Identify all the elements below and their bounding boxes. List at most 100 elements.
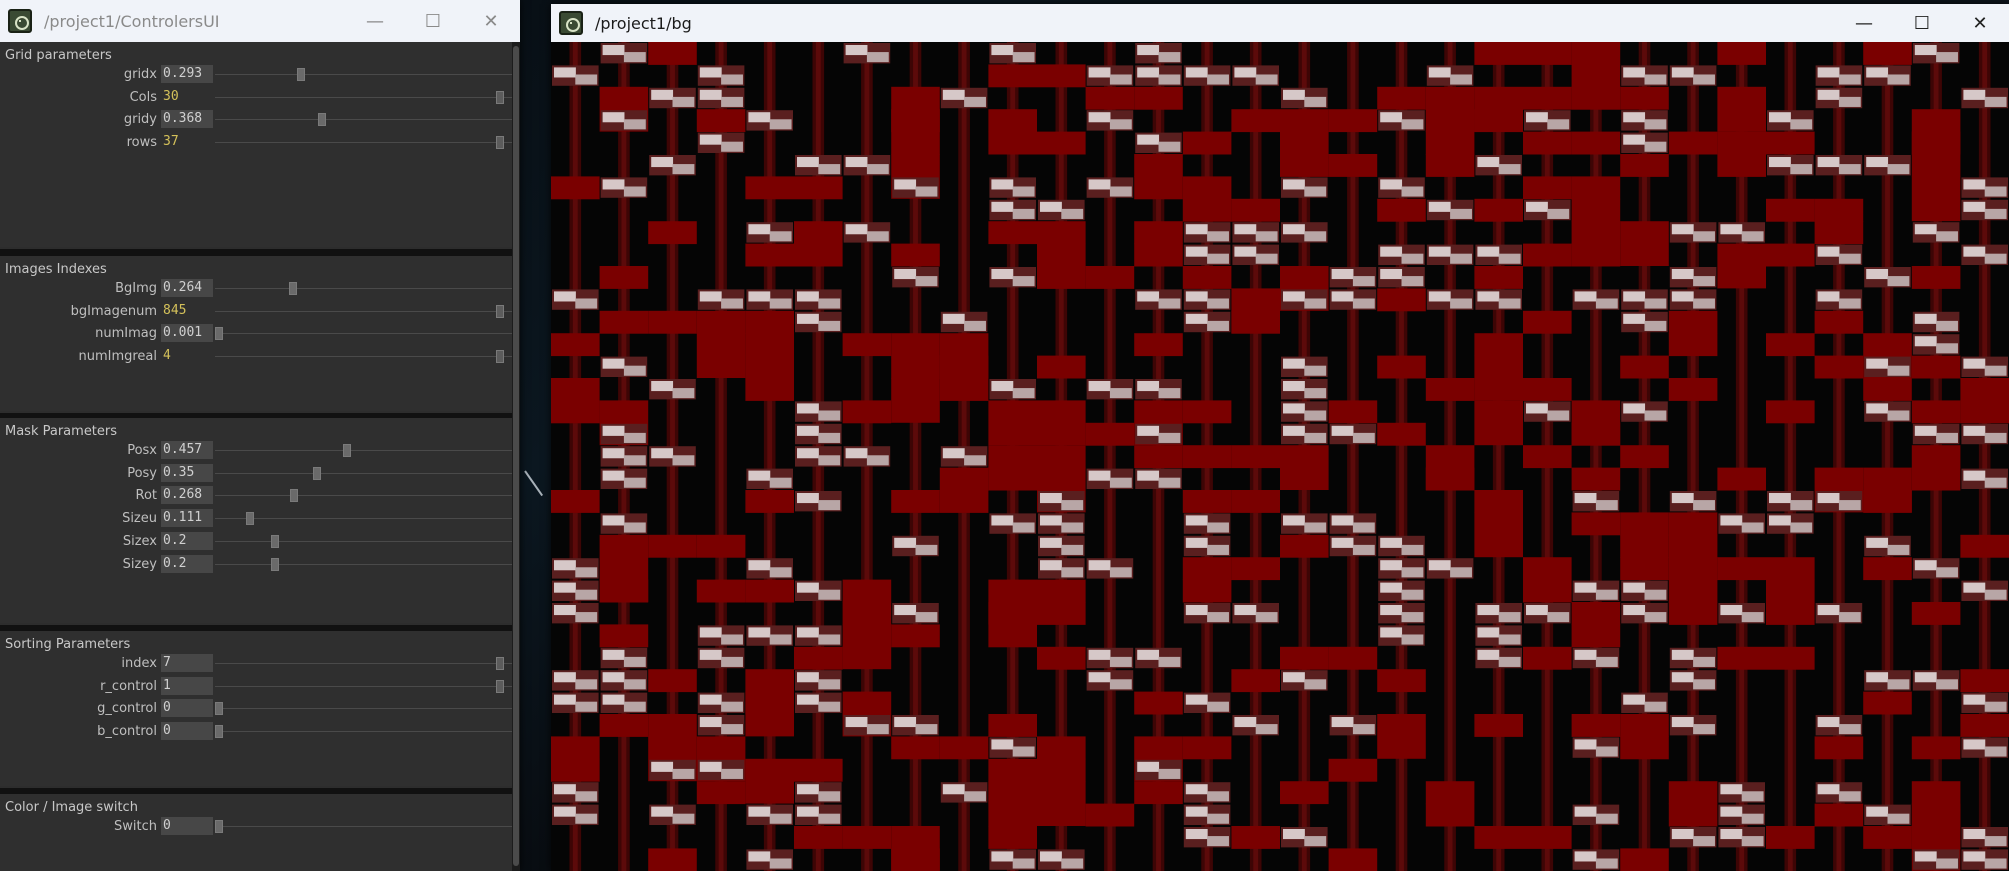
- parameter-slider-handle[interactable]: [289, 282, 298, 295]
- pattern-image-tile-highlight: [699, 649, 722, 660]
- parameter-slider-handle[interactable]: [215, 820, 223, 833]
- scrollbar-thumb[interactable]: [513, 46, 519, 866]
- parameter-value-field[interactable]: 0: [161, 817, 213, 835]
- parameter-value-field[interactable]: 0: [161, 699, 213, 718]
- parameter-slider-track[interactable]: [215, 563, 512, 565]
- pattern-image-tile-highlight: [797, 582, 819, 593]
- parameter-value-field[interactable]: 37: [161, 133, 213, 151]
- parameter-slider-track[interactable]: [215, 310, 512, 312]
- pattern-image-tile-highlight: [1838, 298, 1861, 309]
- parameter-value-field[interactable]: 1: [161, 676, 213, 695]
- parameter-slider-track[interactable]: [215, 663, 512, 664]
- parameter-slider-track[interactable]: [215, 518, 512, 520]
- parameter-slider-track[interactable]: [215, 119, 512, 121]
- parameter-slider-track[interactable]: [215, 708, 512, 710]
- pattern-image-tile-highlight: [1380, 246, 1403, 257]
- parameter-value-field[interactable]: 0.2: [161, 531, 213, 550]
- parameter-slider-track[interactable]: [215, 472, 512, 474]
- parameter-slider-handle[interactable]: [215, 327, 224, 341]
- controllers-titlebar[interactable]: /project1/ControlersUI — ☐ ✕: [0, 0, 520, 42]
- minimize-button[interactable]: —: [346, 0, 404, 42]
- parameter-value-field[interactable]: 0: [161, 722, 213, 741]
- maximize-button[interactable]: ☐: [1893, 4, 1951, 42]
- pattern-image-tile-highlight: [991, 515, 1014, 526]
- parameter-value-field[interactable]: 0.111: [161, 509, 213, 528]
- pattern-image-tile-highlight: [1693, 298, 1715, 309]
- close-button[interactable]: ✕: [462, 0, 520, 42]
- parameter-slider-track[interactable]: [215, 540, 512, 542]
- parameter-slider-track[interactable]: [215, 731, 512, 733]
- pattern-image-tile-highlight: [1574, 582, 1597, 593]
- parameter-slider-track[interactable]: [215, 142, 512, 144]
- controllers-window[interactable]: /project1/ControlersUI — ☐ ✕ Grid parame…: [0, 0, 520, 871]
- pattern-image-tile-highlight: [575, 74, 598, 85]
- parameter-slider-track[interactable]: [215, 96, 512, 98]
- parameter-slider-handle[interactable]: [496, 304, 504, 318]
- parameter-value-field[interactable]: 0.35: [161, 463, 213, 482]
- parameter-slider-track[interactable]: [215, 356, 512, 358]
- pattern-image-tile-highlight: [1720, 605, 1743, 616]
- pattern-image-tile-highlight: [1741, 813, 1764, 824]
- controllers-panel: Grid parameters gridx 0.293 Cols 30 gridy 0.36…: [0, 42, 520, 871]
- minimize-button[interactable]: —: [1835, 4, 1893, 42]
- parameter-slider-handle[interactable]: [343, 444, 352, 457]
- parameter-slider-handle[interactable]: [271, 534, 280, 548]
- pattern-red-block: [1280, 154, 1329, 177]
- pattern-image-tile-highlight: [915, 612, 938, 623]
- parameter-slider-track[interactable]: [215, 74, 512, 75]
- parameter-slider-handle[interactable]: [318, 113, 327, 127]
- pattern-image-tile-highlight: [1936, 858, 1958, 869]
- pattern-image-tile-highlight: [1185, 224, 1208, 235]
- pattern-red-block: [842, 400, 892, 424]
- parameter-slider-handle[interactable]: [297, 68, 306, 81]
- pattern-image-tile-highlight: [1790, 522, 1813, 533]
- parameter-slider-handle[interactable]: [215, 725, 223, 739]
- pattern-red-block: [1182, 557, 1232, 581]
- pattern-image-tile-highlight: [1644, 410, 1667, 421]
- parameter-value-field[interactable]: 845: [161, 302, 213, 320]
- pattern-image-tile-highlight: [602, 448, 625, 459]
- parameter-value-field[interactable]: 30: [161, 88, 213, 106]
- pattern-image-tile-highlight: [1547, 410, 1570, 421]
- parameter-value-field[interactable]: 4: [161, 347, 213, 365]
- parameter-label: BgImg: [115, 281, 157, 296]
- parameter-slider-handle[interactable]: [313, 466, 322, 480]
- parameter-slider-track[interactable]: [215, 495, 512, 497]
- bg-titlebar[interactable]: /project1/bg — ☐ ✕: [551, 4, 2009, 42]
- parameter-slider-track[interactable]: [215, 685, 512, 687]
- parameter-slider-handle[interactable]: [496, 136, 504, 150]
- parameter-slider-handle[interactable]: [215, 702, 223, 716]
- parameter-value-field[interactable]: 0.268: [161, 486, 213, 505]
- pattern-image-tile-highlight: [1352, 544, 1375, 555]
- parameter-slider-handle[interactable]: [271, 557, 280, 571]
- parameter-slider-handle[interactable]: [496, 350, 504, 364]
- parameter-value-field[interactable]: 0.293: [161, 65, 213, 83]
- parameter-slider-handle[interactable]: [246, 512, 255, 526]
- panel-scrollbar[interactable]: [512, 42, 520, 871]
- parameter-value-field[interactable]: 0.368: [161, 110, 213, 129]
- parameter-value-field[interactable]: 0.001: [161, 324, 213, 343]
- maximize-button[interactable]: ☐: [404, 0, 462, 42]
- parameter-slider-handle[interactable]: [496, 90, 504, 104]
- pattern-image-tile-highlight: [1498, 298, 1521, 309]
- bg-render-viewport[interactable]: [551, 42, 2009, 871]
- parameter-value-field[interactable]: 0.2: [161, 554, 213, 573]
- bg-output-window[interactable]: /project1/bg — ☐ ✕: [551, 4, 2009, 871]
- close-button[interactable]: ✕: [1951, 4, 2009, 42]
- parameter-value-field[interactable]: 0.264: [161, 279, 213, 297]
- parameter-slider-handle[interactable]: [496, 679, 504, 693]
- parameter-label: gridx: [123, 67, 157, 82]
- parameter-slider-handle[interactable]: [290, 489, 299, 503]
- parameter-value-field[interactable]: 7: [161, 654, 213, 672]
- parameter-slider-track[interactable]: [215, 288, 512, 289]
- pattern-red-block: [988, 221, 1037, 245]
- pattern-image-tile-highlight: [1012, 858, 1035, 869]
- parameter-slider-track[interactable]: [215, 450, 512, 451]
- pattern-image-tile-highlight: [602, 649, 625, 660]
- parameter-value-field[interactable]: 0.457: [161, 441, 213, 459]
- pattern-image-tile-highlight: [1158, 52, 1181, 63]
- parameter-slider-handle[interactable]: [496, 657, 504, 670]
- pattern-image-tile-highlight: [1255, 612, 1278, 623]
- parameter-slider-track[interactable]: [215, 333, 512, 335]
- parameter-slider-track[interactable]: [215, 826, 512, 827]
